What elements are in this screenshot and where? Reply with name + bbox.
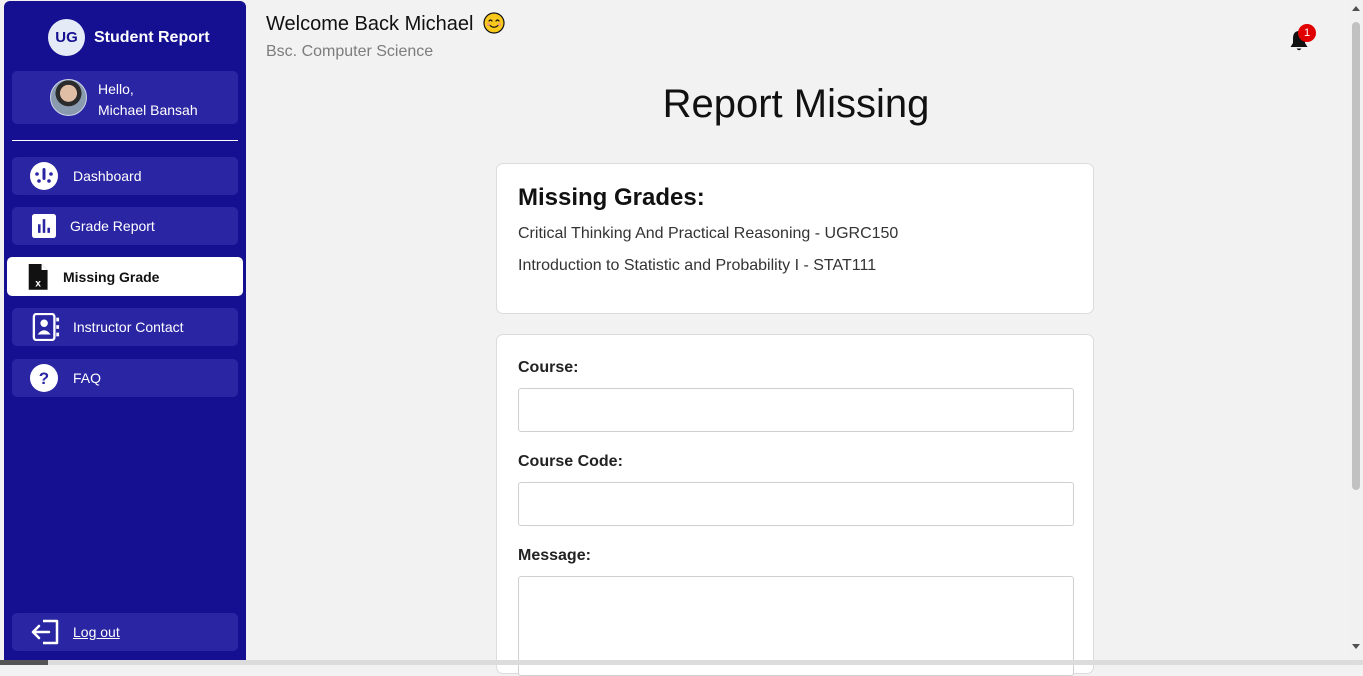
missing-grades-card: Missing Grades: Critical Thinking And Pr… <box>496 163 1094 314</box>
brand: UG Student Report <box>48 19 210 56</box>
brand-name: Student Report <box>94 28 210 46</box>
scroll-up-arrow-icon[interactable] <box>1352 6 1360 11</box>
message-label: Message: <box>518 547 591 564</box>
bar-chart-icon <box>32 214 56 238</box>
svg-text:x: x <box>35 278 41 289</box>
welcome-text: Welcome Back Michael <box>266 13 474 35</box>
bottom-edge-marker <box>0 660 48 665</box>
report-form: Course: Course Code: Message: <box>496 334 1094 676</box>
user-greeting: Hello, Michael Bansah <box>98 79 198 121</box>
scrollbar-thumb[interactable] <box>1352 22 1360 490</box>
logout-arrow-icon <box>31 619 59 645</box>
page-scrollbar[interactable] <box>1349 0 1363 660</box>
sidebar-item-grade-report[interactable]: Grade Report <box>12 207 238 245</box>
sidebar-item-label: Grade Report <box>70 218 155 234</box>
course-code-label: Course Code: <box>518 453 623 470</box>
scroll-down-arrow-icon[interactable] <box>1352 644 1360 649</box>
brand-logo: UG <box>48 19 85 56</box>
svg-text:?: ? <box>39 369 49 388</box>
missing-grades-title: Missing Grades: <box>518 184 705 211</box>
sidebar-item-missing-grade[interactable]: x Missing Grade <box>7 257 243 296</box>
contact-book-icon <box>32 313 60 341</box>
welcome-heading: Welcome Back Michael <box>266 12 505 36</box>
course-code-input[interactable] <box>518 482 1074 526</box>
course-label: Course: <box>518 359 579 376</box>
sidebar-item-faq[interactable]: ? FAQ <box>12 359 238 397</box>
greeting-text: Hello, <box>98 81 134 97</box>
logout-button[interactable]: Log out <box>12 613 238 651</box>
sidebar-divider <box>12 140 238 141</box>
sidebar-item-label: FAQ <box>73 370 102 386</box>
smiling-face-icon <box>483 12 505 34</box>
page-title: Report Missing <box>662 82 930 126</box>
logout-label: Log out <box>73 624 120 640</box>
program-subtitle: Bsc. Computer Science <box>266 43 434 60</box>
file-x-icon: x <box>28 264 48 290</box>
user-name: Michael Bansah <box>98 102 198 118</box>
dashboard-gauge-icon <box>30 162 58 190</box>
missing-grade-item: Critical Thinking And Practical Reasonin… <box>518 225 899 242</box>
sidebar-item-label: Dashboard <box>73 168 142 184</box>
sidebar-item-dashboard[interactable]: Dashboard <box>12 157 238 195</box>
avatar <box>50 79 87 116</box>
bottom-edge <box>0 660 1363 665</box>
sidebar: UG Student Report Hello, Michael Bansah … <box>4 1 246 660</box>
course-input[interactable] <box>518 388 1074 432</box>
missing-grade-item: Introduction to Statistic and Probabilit… <box>518 257 877 274</box>
question-circle-icon: ? <box>30 364 58 392</box>
notification-badge: 1 <box>1298 24 1316 42</box>
user-card: Hello, Michael Bansah <box>12 71 238 124</box>
sidebar-item-label: Missing Grade <box>63 268 160 285</box>
sidebar-item-instructor-contact[interactable]: Instructor Contact <box>12 308 238 346</box>
sidebar-item-label: Instructor Contact <box>73 319 184 335</box>
